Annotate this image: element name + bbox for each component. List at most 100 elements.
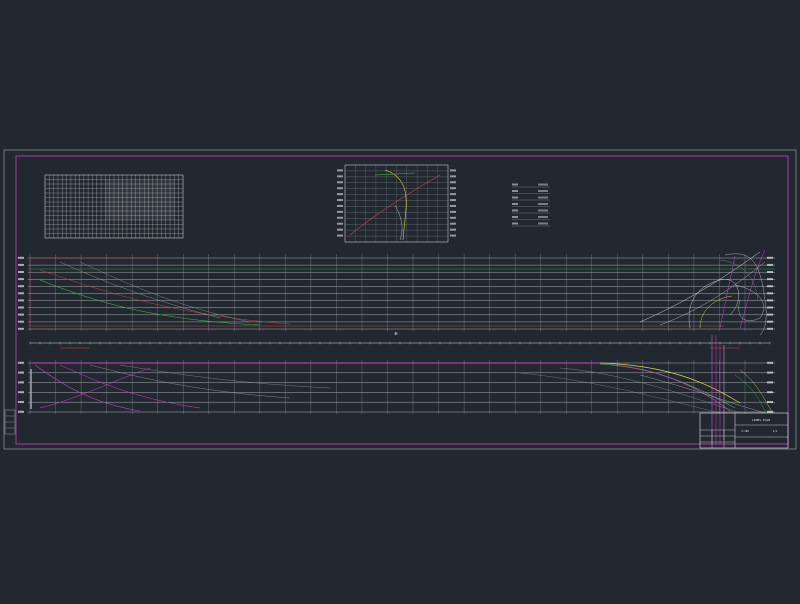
half-breadth-view[interactable] (18, 335, 775, 445)
profile-waterline-label (18, 263, 24, 266)
hydro-tick-label (450, 169, 456, 172)
offset-table-fill (105, 180, 175, 220)
legend-row-marker (512, 222, 518, 225)
hydro-tick-label (337, 216, 343, 219)
hydro-tick-label (337, 222, 343, 225)
legend-row-value (538, 183, 548, 186)
hydro-tick-label (337, 234, 343, 237)
profile-waterline-label (18, 256, 24, 259)
half-breadth-aft-curve (39, 367, 151, 409)
legend-row-marker (512, 203, 518, 205)
half-breadth-deck-green (599, 363, 736, 409)
title-block-sheet: 1/1 (773, 429, 778, 433)
profile-waterline-label (767, 292, 773, 295)
legend-row-value (538, 196, 548, 199)
hydro-curve-white (394, 204, 403, 241)
profile-waterline-label (767, 327, 773, 330)
hydro-curve-green (374, 172, 416, 176)
profile-waterline-label (18, 278, 24, 281)
half-breadth-label (767, 381, 773, 384)
body-plan-section (719, 259, 759, 301)
profile-waterline-label (18, 271, 24, 273)
hydro-tick-label (337, 193, 343, 196)
offset-table[interactable] (44, 174, 184, 239)
body-plan-section-green (734, 374, 766, 413)
half-breadth-label (767, 361, 773, 364)
half-breadth-label (767, 401, 773, 403)
hydro-tick-label (337, 204, 343, 207)
profile-waterline-label (767, 278, 773, 281)
profile-waterline-label (767, 263, 773, 266)
legend-row-value (538, 222, 548, 225)
body-plan-section (734, 284, 765, 321)
hydro-tick-label (450, 204, 456, 207)
profile-waterline-label (18, 313, 24, 316)
legend-row-marker (512, 216, 518, 218)
profile-waterline-label (18, 320, 24, 323)
profile-waterline-label (18, 285, 24, 288)
title-block: LINES PLAN 1:100 1/1 (699, 412, 789, 449)
hydro-tick-label (450, 187, 456, 190)
lines-plan-drawing: ⊕ LINES PLAN 1:100 1/1 (3, 149, 797, 450)
binding-margin-box (4, 409, 16, 435)
hydro-tick-label (450, 216, 456, 219)
half-breadth-label (18, 401, 24, 403)
profile-waterline-label (767, 256, 773, 259)
profile-bow-curve (639, 251, 761, 323)
legend-row-marker (512, 196, 518, 199)
profile-waterline-label (767, 320, 773, 323)
half-breadth-label (18, 391, 24, 394)
legend-row-value (538, 190, 548, 192)
body-plan-view[interactable] (719, 253, 773, 413)
half-breadth-label (18, 371, 24, 374)
profile-bulb-curve-yellow (699, 295, 733, 329)
hydro-tick-label (337, 175, 343, 178)
half-breadth-deck-yellow (599, 362, 741, 404)
hydro-tick-label (450, 193, 456, 196)
legend-list (512, 183, 550, 227)
half-breadth-label (18, 410, 24, 413)
half-breadth-fwd-waterline (559, 367, 741, 414)
body-plan-section-yellow (739, 369, 773, 413)
half-breadth-label (18, 361, 24, 364)
profile-waterline-label (767, 313, 773, 316)
hydro-tick-label (337, 181, 343, 184)
midship-symbol: ⊕ (394, 331, 397, 337)
legend-row-marker (512, 183, 518, 186)
profile-waterline-label (18, 306, 24, 309)
hydro-tick-label (450, 210, 456, 213)
hydro-tick-label (450, 175, 456, 178)
profile-waterline-label (767, 285, 773, 288)
hydro-tick-label (450, 228, 456, 231)
profile-buttock (79, 261, 251, 323)
hydro-tick-label (337, 210, 343, 213)
legend-row-value (538, 216, 548, 218)
profile-waterline-label (767, 306, 773, 309)
hydro-tick-label (337, 187, 343, 190)
hydro-tick-label (450, 222, 456, 225)
half-breadth-fwd-waterline (519, 372, 721, 414)
profile-stem-magenta (719, 255, 736, 329)
profile-waterline-label (18, 327, 24, 330)
half-breadth-aft-waterline (34, 364, 141, 412)
profile-view[interactable]: ⊕ (18, 249, 775, 337)
half-breadth-aft-waterline (119, 364, 331, 389)
legend-row-marker (512, 190, 518, 192)
profile-waterline-label (767, 271, 773, 273)
profile-waterline-label (18, 299, 24, 302)
half-breadth-stern-post (30, 369, 32, 409)
legend-row-marker (512, 209, 518, 212)
half-breadth-aft-waterline (89, 364, 291, 399)
hydro-tick-label (450, 199, 456, 202)
title-block-title: LINES PLAN (752, 418, 770, 422)
cad-viewport[interactable]: ⊕ LINES PLAN 1:100 1/1 (0, 0, 800, 600)
title-block-scale: 1:100 (741, 429, 749, 433)
half-breadth-label (767, 391, 773, 394)
hydro-curve-yellow (384, 169, 407, 241)
profile-buttock (59, 261, 221, 319)
profile-buttock-red (39, 269, 291, 325)
profile-waterline-label (18, 292, 24, 295)
profile-buttock-green (39, 279, 261, 326)
half-breadth-label (767, 371, 773, 374)
hydrostatic-curves-chart[interactable] (337, 164, 456, 243)
